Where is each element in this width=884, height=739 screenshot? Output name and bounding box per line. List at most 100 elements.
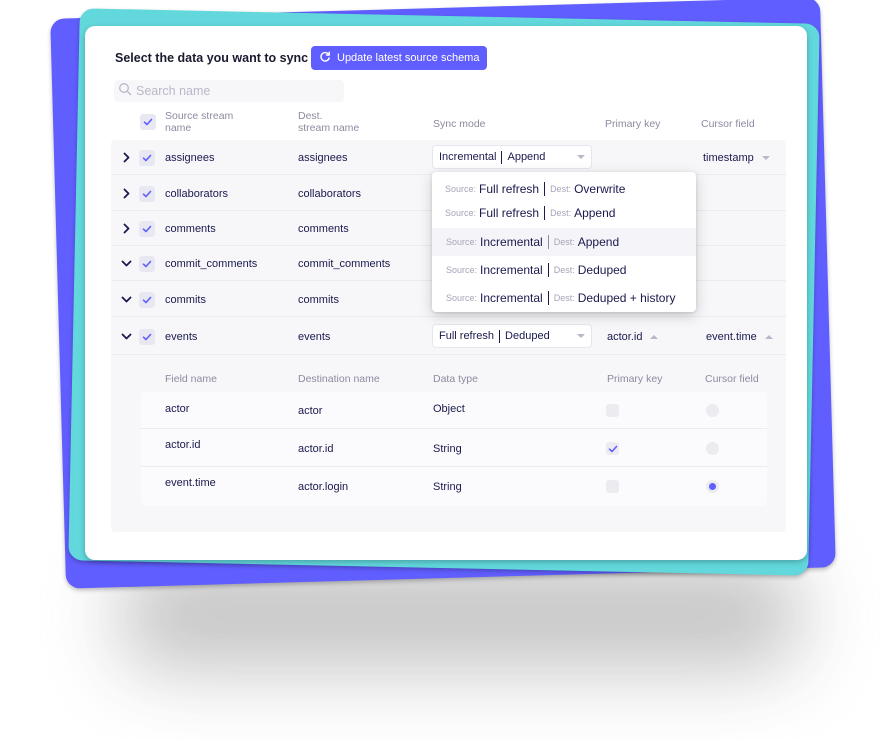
source-stream-name: commits: [165, 293, 206, 306]
collapse-chevron-down-icon[interactable]: [121, 282, 132, 317]
cursor-field-select[interactable]: event.time: [706, 318, 773, 355]
stream-checkbox[interactable]: [139, 149, 155, 166]
header-cursor-field: Cursor field: [701, 118, 755, 130]
dest-stream-name: comments: [298, 222, 349, 235]
option-source: Incremental: [480, 291, 543, 305]
sync-option[interactable]: Source: Full refresh Dest: Overwrite: [432, 176, 696, 202]
fields-table: actor actor Object actor.id actor.id Str…: [141, 392, 767, 506]
source-label: Source:: [446, 265, 478, 275]
field-header-cursor-field: Cursor field: [705, 373, 759, 385]
header-source-stream: Source stream name: [165, 110, 233, 134]
page-title: Select the data you want to sync: [115, 51, 309, 65]
sync-source-value: Full refresh: [439, 330, 495, 342]
stream-checkbox[interactable]: [139, 255, 155, 272]
stream-row[interactable]: assignees assignees Incremental Append ti…: [111, 140, 786, 175]
caret-up-icon: [764, 334, 773, 339]
option-source: Incremental: [480, 235, 543, 249]
sync-option-highlighted[interactable]: Source: Incremental Dest: Append: [432, 228, 696, 256]
caret-up-icon: [650, 334, 659, 339]
stream-row[interactable]: events events Full refresh Deduped actor.…: [111, 318, 786, 355]
header-dest-line2: stream name: [298, 122, 360, 134]
sync-option[interactable]: Source: Incremental Dest: Deduped + history: [432, 284, 696, 312]
dest-label: Dest:: [550, 208, 572, 218]
field-destination-name: actor: [298, 404, 323, 417]
source-label: Source:: [445, 208, 477, 218]
field-name: event.time: [165, 476, 216, 489]
sync-source-value: Incremental: [439, 151, 497, 163]
primary-key-checkbox[interactable]: [606, 404, 619, 417]
select-all-checkbox[interactable]: [140, 114, 156, 130]
dest-label: Dest:: [553, 237, 575, 247]
sync-mode-dropdown: Source: Full refresh Dest: Overwrite Source…: [432, 172, 696, 312]
header-dest-stream: Dest. stream name: [298, 110, 359, 134]
dest-stream-name: assignees: [298, 151, 348, 164]
dest-label: Dest:: [553, 293, 575, 303]
caret-down-icon: [577, 334, 585, 338]
search-input[interactable]: [136, 84, 336, 98]
source-stream-name: comments: [165, 222, 216, 235]
source-label: Source:: [446, 237, 478, 247]
header-source-line2: name: [165, 122, 192, 134]
stream-checkbox[interactable]: [139, 328, 155, 345]
sync-settings-card: Select the data you want to sync Update …: [85, 26, 807, 560]
dest-label: Dest:: [550, 184, 572, 194]
field-data-type: String: [433, 480, 462, 493]
stream-checkbox[interactable]: [139, 291, 155, 308]
primary-key-select[interactable]: actor.id: [607, 318, 659, 355]
option-dest: Append: [574, 206, 616, 220]
cursor-field-select[interactable]: timestamp: [703, 140, 770, 175]
caret-down-icon: [577, 155, 585, 159]
field-header-data-type: Data type: [433, 373, 478, 385]
cursor-radio[interactable]: [706, 404, 719, 417]
primary-key-checkbox[interactable]: [606, 442, 619, 455]
update-schema-button[interactable]: Update latest source schema: [311, 46, 488, 70]
header-source-line1: Source stream: [165, 110, 234, 122]
search-field[interactable]: [114, 80, 344, 102]
header-sync-mode: Sync mode: [433, 118, 486, 130]
header-dest-line1: Dest.: [298, 110, 323, 122]
stream-checkbox[interactable]: [139, 185, 155, 202]
field-row: actor actor Object: [141, 392, 767, 429]
field-header-field-name: Field name: [165, 373, 217, 385]
expand-chevron-right-icon[interactable]: [121, 176, 132, 211]
dest-stream-name: events: [298, 330, 331, 343]
collapse-chevron-down-icon[interactable]: [121, 246, 132, 281]
cursor-field-value: timestamp: [703, 151, 754, 164]
source-stream-name: commit_comments: [165, 257, 258, 270]
dest-stream-name: collaborators: [298, 187, 361, 200]
field-destination-name: actor.login: [298, 480, 349, 493]
sync-option[interactable]: Source: Incremental Dest: Deduped: [432, 256, 696, 284]
expand-chevron-right-icon[interactable]: [121, 140, 132, 175]
field-header-destination-name: Destination name: [298, 373, 380, 385]
cursor-field-value: event.time: [706, 330, 757, 343]
sync-mode-select[interactable]: Incremental Append: [432, 145, 592, 169]
checkmark-icon: [608, 445, 617, 452]
collapse-chevron-down-icon[interactable]: [121, 318, 132, 355]
option-source: Incremental: [480, 263, 543, 277]
primary-key-value: actor.id: [607, 330, 643, 343]
primary-key-checkbox[interactable]: [606, 480, 619, 493]
cursor-radio-selected[interactable]: [706, 480, 719, 493]
source-label: Source:: [446, 293, 478, 303]
dest-label: Dest:: [553, 265, 575, 275]
option-source: Full refresh: [479, 182, 540, 196]
field-row: actor.id actor.id String: [141, 430, 767, 467]
field-data-type: String: [433, 442, 462, 455]
field-name: actor: [165, 402, 190, 415]
refresh-icon: [319, 51, 331, 66]
dest-stream-name: commits: [298, 293, 339, 306]
stream-checkbox[interactable]: [139, 220, 155, 237]
field-name: actor.id: [165, 438, 201, 451]
expand-chevron-right-icon[interactable]: [121, 211, 132, 246]
option-dest: Append: [577, 235, 620, 249]
sync-mode-select[interactable]: Full refresh Deduped: [432, 324, 592, 348]
source-stream-name: collaborators: [165, 187, 228, 200]
update-schema-label: Update latest source schema: [337, 52, 480, 64]
option-source: Full refresh: [479, 206, 540, 220]
caret-down-icon: [761, 155, 770, 160]
dest-stream-name: commit_comments: [298, 257, 391, 270]
sync-dest-value: Append: [507, 151, 546, 163]
option-dest: Deduped: [577, 263, 627, 277]
cursor-radio[interactable]: [706, 442, 719, 455]
sync-option[interactable]: Source: Full refresh Dest: Append: [432, 200, 696, 226]
